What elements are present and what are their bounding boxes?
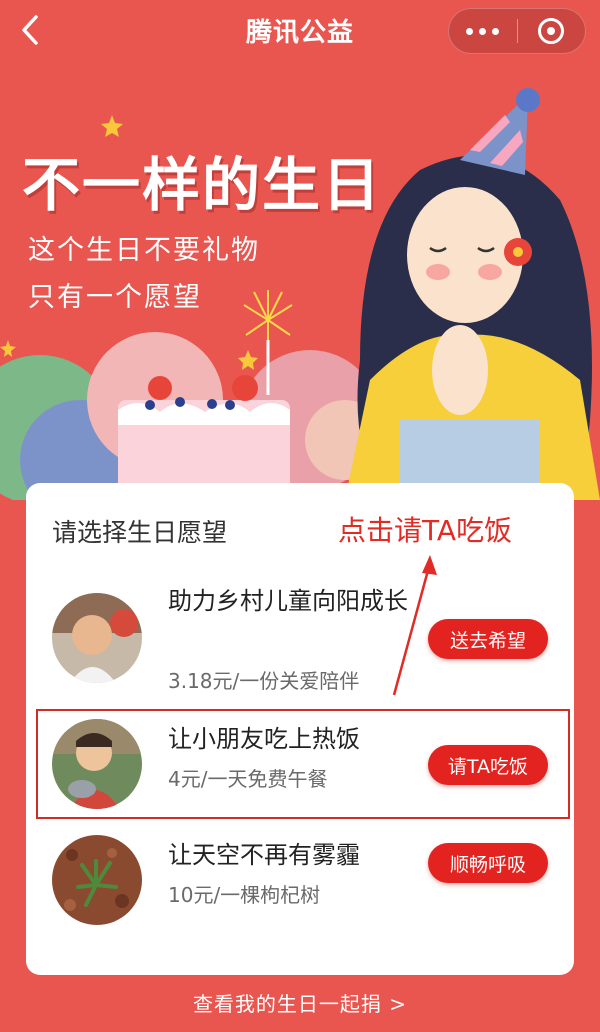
miniprogram-close-icon — [538, 18, 565, 44]
more-dot — [492, 27, 500, 35]
hero-subtitle-line2: 只有一个愿望 — [28, 282, 202, 313]
more-button[interactable] — [449, 8, 517, 54]
item-subtitle: 3.18元/一份关爱陪伴 — [168, 669, 360, 693]
miniprogram-capsule — [448, 8, 586, 54]
hero-subtitle-line1: 这个生日不要礼物 — [28, 235, 260, 266]
child-meal-photo — [52, 719, 142, 809]
star — [0, 340, 16, 357]
item-title: 让天空不再有雾霾 — [168, 841, 360, 869]
close-button[interactable] — [518, 8, 586, 54]
card-heading: 请选择生日愿望 — [52, 518, 228, 547]
list-item: 助力乡村儿童向阳成长 3.18元/一份关爱陪伴 送去希望 — [26, 583, 574, 693]
treat-meal-button[interactable]: 请TA吃饭 — [428, 745, 548, 785]
item-subtitle: 4元/一天免费午餐 — [168, 767, 328, 791]
more-dots-icon — [466, 27, 474, 35]
list-item: 让天空不再有雾霾 10元/一棵枸杞树 顺畅呼吸 — [26, 835, 574, 925]
send-hope-button[interactable]: 送去希望 — [428, 619, 548, 659]
item-subtitle: 10元/一棵枸杞树 — [168, 883, 321, 907]
sparkler — [243, 290, 293, 345]
hero-title: 不一样的生日 — [22, 151, 383, 219]
view-my-birthday-link[interactable]: 查看我的生日一起捐 > — [0, 988, 600, 1017]
child-photo — [52, 593, 142, 683]
girl-hands — [432, 325, 488, 415]
item-title: 助力乡村儿童向阳成长 — [168, 587, 408, 615]
wish-card: 请选择生日愿望 点击请TA吃饭 助力乡村儿童向阳成长 3.18元/一份关爱陪伴 … — [26, 483, 574, 975]
breathe-freely-button[interactable]: 顺畅呼吸 — [428, 843, 548, 883]
star — [238, 350, 258, 370]
annotation-text: 点击请TA吃饭 — [338, 514, 513, 547]
list-item: 让小朋友吃上热饭 4元/一天免费午餐 请TA吃饭 — [26, 719, 574, 809]
seedling-photo — [52, 835, 142, 925]
star — [101, 115, 123, 137]
navbar: 腾讯公益 — [0, 0, 600, 60]
more-dot — [479, 27, 487, 35]
item-title: 让小朋友吃上热饭 — [168, 725, 360, 753]
